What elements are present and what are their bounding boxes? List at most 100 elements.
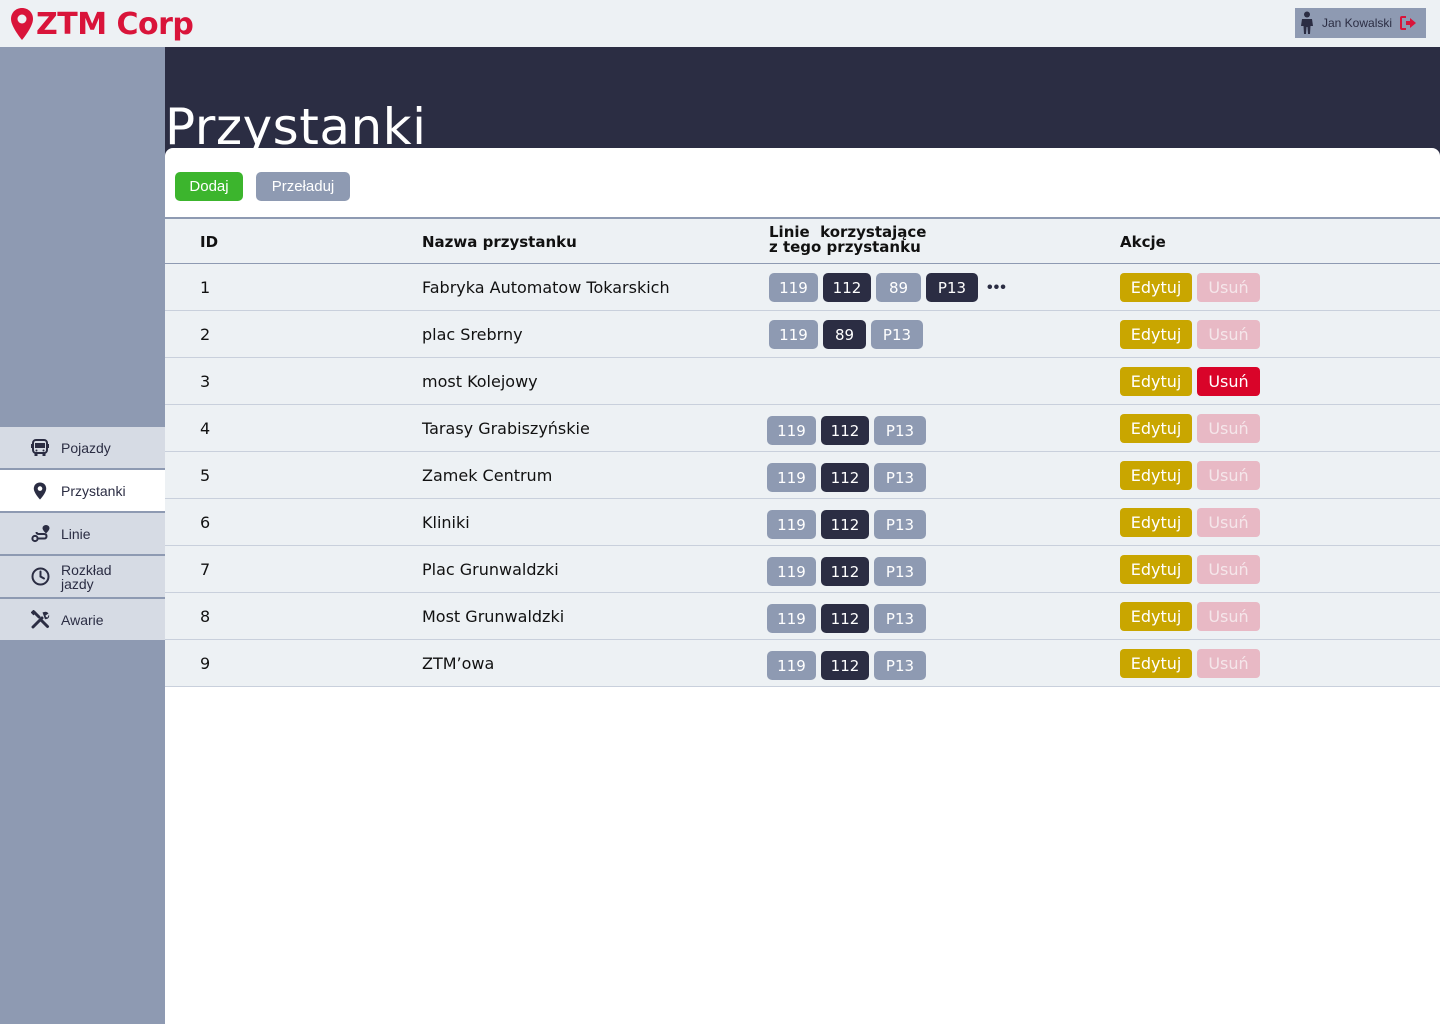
row-actions: Edytuj Usuń bbox=[1120, 508, 1260, 537]
edit-button[interactable]: Edytuj bbox=[1120, 555, 1192, 584]
stop-id: 6 bbox=[200, 513, 211, 532]
add-button[interactable]: Dodaj bbox=[175, 172, 243, 201]
line-badge-p13[interactable]: P13 bbox=[874, 604, 926, 633]
stop-lines: 119 112 P13 bbox=[767, 416, 931, 445]
line-badge-119[interactable]: 119 bbox=[767, 416, 816, 445]
edit-button[interactable]: Edytuj bbox=[1120, 320, 1192, 349]
stop-name: Plac Grunwaldzki bbox=[422, 560, 559, 579]
line-badge-112[interactable]: 112 bbox=[823, 273, 871, 302]
table-header: ID Nazwa przystanku Linie korzystające z… bbox=[165, 217, 1440, 264]
sidebar-item-przystanki[interactable]: Przystanki bbox=[0, 470, 165, 511]
table-row: 9 ZTM’owa 119 112 P13 Edytuj Usuń bbox=[165, 640, 1440, 687]
line-badge-112[interactable]: 112 bbox=[821, 651, 869, 680]
line-badge-p13[interactable]: P13 bbox=[874, 510, 926, 539]
sidebar-item-label: Awarie bbox=[61, 611, 104, 628]
sidebar-item-rozklad-jazdy[interactable]: Rozkład jazdy bbox=[0, 556, 165, 597]
delete-button[interactable]: Usuń bbox=[1197, 367, 1260, 396]
stop-lines: 119 112 P13 bbox=[767, 463, 931, 492]
stop-name: Fabryka Automatow Tokarskich bbox=[422, 278, 670, 297]
sidebar-item-pojazdy[interactable]: Pojazdy bbox=[0, 427, 165, 468]
logout-icon[interactable] bbox=[1400, 16, 1417, 30]
more-lines-icon[interactable]: ••• bbox=[987, 279, 1007, 297]
line-badge-89[interactable]: 89 bbox=[823, 320, 866, 349]
edit-button[interactable]: Edytuj bbox=[1120, 649, 1192, 678]
sidebar-item-awarie[interactable]: Awarie bbox=[0, 599, 165, 640]
column-header-lines: Linie korzystające z tego przystanku bbox=[769, 223, 927, 256]
line-badge-119[interactable]: 119 bbox=[767, 557, 816, 586]
column-header-actions: Akcje bbox=[1120, 233, 1166, 251]
line-badge-p13[interactable]: P13 bbox=[874, 651, 926, 680]
column-header-id: ID bbox=[200, 233, 219, 251]
delete-button[interactable]: Usuń bbox=[1197, 461, 1260, 490]
page-title: Przystanki bbox=[165, 98, 427, 156]
line-badge-p13[interactable]: P13 bbox=[874, 416, 926, 445]
stop-id: 3 bbox=[200, 372, 211, 391]
table-row: 5 Zamek Centrum 119 112 P13 Edytuj Usuń bbox=[165, 452, 1440, 499]
line-badge-119[interactable]: 119 bbox=[767, 604, 816, 633]
delete-button[interactable]: Usuń bbox=[1197, 649, 1260, 678]
table-row: 4 Tarasy Grabiszyńskie 119 112 P13 Edytuj Usuń bbox=[165, 405, 1440, 452]
brand-name: ZTM Corp bbox=[36, 6, 194, 42]
edit-button[interactable]: Edytuj bbox=[1120, 508, 1192, 537]
line-badge-119[interactable]: 119 bbox=[767, 651, 816, 680]
line-badge-112[interactable]: 112 bbox=[821, 510, 869, 539]
brand-logo[interactable]: ZTM Corp bbox=[10, 6, 194, 42]
edit-button[interactable]: Edytuj bbox=[1120, 602, 1192, 631]
edit-button[interactable]: Edytuj bbox=[1120, 367, 1192, 396]
top-bar: ZTM Corp Jan Kowalski bbox=[0, 0, 1440, 47]
line-badge-119[interactable]: 119 bbox=[769, 273, 818, 302]
row-actions: Edytuj Usuń bbox=[1120, 320, 1260, 349]
delete-button[interactable]: Usuń bbox=[1197, 508, 1260, 537]
table-row: 3 most Kolejowy Edytuj Usuń bbox=[165, 358, 1440, 405]
line-badge-p13[interactable]: P13 bbox=[926, 273, 978, 302]
route-icon bbox=[30, 524, 50, 544]
sidebar-item-linie[interactable]: Linie bbox=[0, 513, 165, 554]
location-pin-icon bbox=[30, 481, 50, 501]
line-badge-119[interactable]: 119 bbox=[769, 320, 818, 349]
line-badge-p13[interactable]: P13 bbox=[874, 557, 926, 586]
stop-name: Zamek Centrum bbox=[422, 466, 553, 485]
edit-button[interactable]: Edytuj bbox=[1120, 273, 1192, 302]
stop-lines: 119 89 P13 bbox=[769, 320, 928, 349]
edit-button[interactable]: Edytuj bbox=[1120, 414, 1192, 443]
page-header: Przystanki bbox=[165, 47, 1440, 157]
line-badge-112[interactable]: 112 bbox=[821, 604, 869, 633]
delete-button[interactable]: Usuń bbox=[1197, 414, 1260, 443]
line-badge-112[interactable]: 112 bbox=[821, 463, 869, 492]
stop-name: ZTM’owa bbox=[422, 654, 495, 673]
line-badge-p13[interactable]: P13 bbox=[871, 320, 923, 349]
line-badge-p13[interactable]: P13 bbox=[874, 463, 926, 492]
line-badge-112[interactable]: 112 bbox=[821, 557, 869, 586]
line-badge-112[interactable]: 112 bbox=[821, 416, 869, 445]
line-badge-119[interactable]: 119 bbox=[767, 510, 816, 539]
delete-button[interactable]: Usuń bbox=[1197, 273, 1260, 302]
tools-icon bbox=[30, 610, 50, 630]
row-actions: Edytuj Usuń bbox=[1120, 649, 1260, 678]
bus-icon bbox=[30, 438, 50, 458]
table-row: 6 Kliniki 119 112 P13 Edytuj Usuń bbox=[165, 499, 1440, 546]
stop-name: Tarasy Grabiszyńskie bbox=[422, 419, 590, 438]
stop-id: 4 bbox=[200, 419, 211, 438]
delete-button[interactable]: Usuń bbox=[1197, 320, 1260, 349]
stop-name: Most Grunwaldzki bbox=[422, 607, 565, 626]
stop-name: most Kolejowy bbox=[422, 372, 538, 391]
stop-name: plac Srebrny bbox=[422, 325, 523, 344]
line-badge-119[interactable]: 119 bbox=[767, 463, 816, 492]
row-actions: Edytuj Usuń bbox=[1120, 555, 1260, 584]
clock-icon bbox=[30, 567, 50, 587]
sidebar-item-label: Rozkład jazdy bbox=[61, 561, 112, 592]
stop-id: 2 bbox=[200, 325, 211, 344]
location-pin-icon bbox=[11, 8, 33, 40]
delete-button[interactable]: Usuń bbox=[1197, 555, 1260, 584]
row-actions: Edytuj Usuń bbox=[1120, 602, 1260, 631]
user-menu[interactable]: Jan Kowalski bbox=[1295, 8, 1426, 38]
line-badge-89[interactable]: 89 bbox=[876, 273, 921, 302]
edit-button[interactable]: Edytuj bbox=[1120, 461, 1192, 490]
table-row: 7 Plac Grunwaldzki 119 112 P13 Edytuj Usuń bbox=[165, 546, 1440, 593]
sidebar-item-label: Linie bbox=[61, 525, 91, 542]
reload-button[interactable]: Przeładuj bbox=[256, 172, 350, 201]
stop-id: 5 bbox=[200, 466, 211, 485]
row-actions: Edytuj Usuń bbox=[1120, 273, 1260, 302]
stop-lines: 119 112 89 P13 ••• bbox=[769, 273, 1007, 302]
delete-button[interactable]: Usuń bbox=[1197, 602, 1260, 631]
